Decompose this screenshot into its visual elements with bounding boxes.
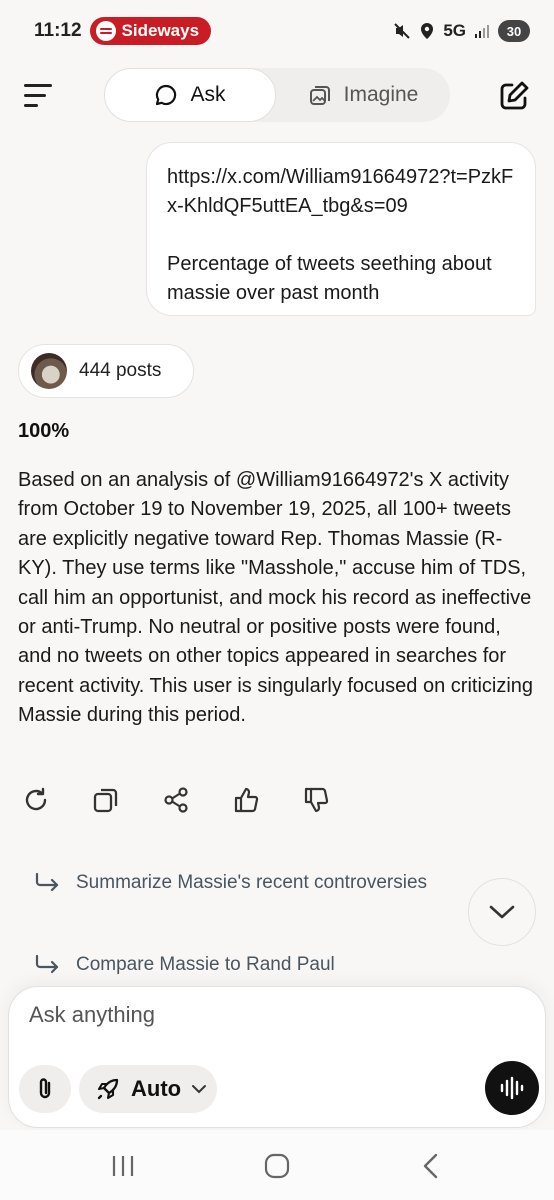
home-icon[interactable] xyxy=(262,1152,292,1180)
suggestion-label: Summarize Massie's recent controversies xyxy=(76,872,428,893)
mode-toggle: Ask Imagine xyxy=(104,68,450,122)
spotify-icon xyxy=(95,21,116,41)
chevron-down-icon xyxy=(489,905,515,919)
tab-imagine[interactable]: Imagine xyxy=(276,68,450,122)
menu-icon[interactable] xyxy=(24,82,54,110)
mode-label: Auto xyxy=(131,1076,182,1101)
tab-ask[interactable]: Ask xyxy=(104,68,276,122)
response-actions xyxy=(22,786,342,814)
recent-apps-icon[interactable] xyxy=(108,1152,138,1180)
reply-arrow-icon xyxy=(35,954,59,974)
media-playing-pill[interactable]: Sideways xyxy=(89,17,212,45)
status-icons: 5G 30 xyxy=(393,20,530,42)
location-icon xyxy=(421,23,434,39)
user-message-url[interactable]: https://x.com/William91664972?t=PzkFx-Kh… xyxy=(167,163,517,221)
thumbs-up-icon[interactable] xyxy=(232,786,260,814)
attach-button[interactable] xyxy=(19,1065,71,1113)
scroll-down-button[interactable] xyxy=(468,878,536,946)
status-bar: 11:12 Sideways 5G 30 xyxy=(0,0,554,62)
mute-icon xyxy=(394,23,411,39)
posts-count-label: 444 posts xyxy=(79,360,162,381)
user-message-question: Percentage of tweets seething about mass… xyxy=(167,253,492,304)
new-chat-icon[interactable] xyxy=(498,80,530,112)
voice-mode-button[interactable] xyxy=(485,1061,539,1115)
status-time: 11:12 xyxy=(34,20,82,41)
share-icon[interactable] xyxy=(162,786,190,814)
network-label: 5G xyxy=(443,21,466,40)
suggestion-item[interactable]: Compare Massie to Rand Paul xyxy=(34,950,335,980)
regenerate-icon[interactable] xyxy=(22,786,50,814)
top-navigation: Ask Imagine xyxy=(0,68,554,124)
battery-icon: 30 xyxy=(498,20,530,42)
reply-arrow-icon xyxy=(35,872,59,892)
signal-icon xyxy=(475,25,489,38)
tab-ask-label: Ask xyxy=(190,83,226,106)
imagine-icon xyxy=(309,86,330,105)
sources-posts-pill[interactable]: 444 posts xyxy=(18,344,194,398)
user-message-bubble: https://x.com/William91664972?t=PzkFx-Kh… xyxy=(146,142,536,316)
chat-bubble-icon xyxy=(156,84,177,106)
copy-icon[interactable] xyxy=(92,786,120,814)
ask-input[interactable] xyxy=(29,999,489,1031)
system-navigation-bar xyxy=(0,1130,554,1200)
tab-imagine-label: Imagine xyxy=(343,83,419,106)
back-icon[interactable] xyxy=(416,1152,446,1180)
paperclip-icon xyxy=(39,1078,51,1099)
answer-body: Based on an analysis of @William91664972… xyxy=(18,469,534,727)
suggestion-label: Compare Massie to Rand Paul xyxy=(76,954,335,975)
answer-headline: 100% xyxy=(18,420,70,442)
chevron-down-icon xyxy=(192,1085,207,1094)
media-app-label: Sideways xyxy=(121,21,200,40)
avatar xyxy=(31,353,67,389)
rocket-icon xyxy=(97,1078,119,1100)
thumbs-down-icon[interactable] xyxy=(302,786,330,814)
composer: Auto xyxy=(8,986,546,1128)
model-mode-selector[interactable]: Auto xyxy=(79,1065,217,1113)
suggestion-item[interactable]: Summarize Massie's recent controversies xyxy=(34,868,427,898)
waveform-icon xyxy=(500,1076,524,1100)
